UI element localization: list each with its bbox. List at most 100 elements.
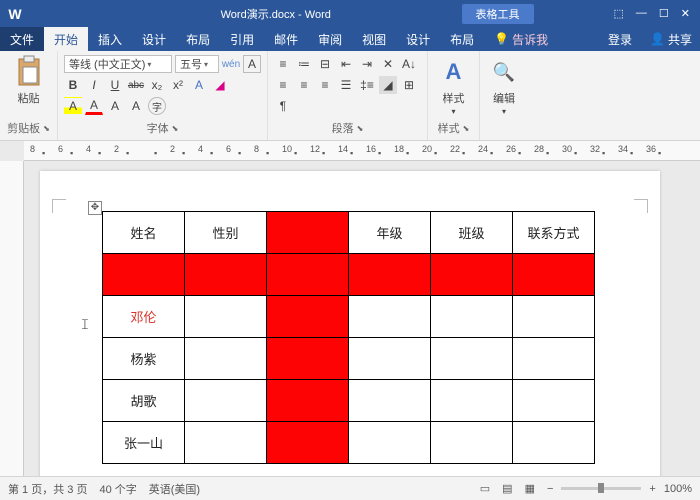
paste-button[interactable]: 粘贴 [4, 53, 53, 108]
justify-button[interactable]: ☰ [337, 76, 355, 94]
tell-me[interactable]: 💡告诉我 [484, 27, 558, 51]
table-cell[interactable] [513, 338, 595, 380]
zoom-in-button[interactable]: + [649, 483, 655, 495]
bold-button[interactable]: B [64, 76, 82, 94]
char-border-icon[interactable]: A [243, 55, 261, 73]
table-cell[interactable] [267, 254, 349, 296]
decrease-indent-button[interactable]: ⇤ [337, 55, 355, 73]
sort-button[interactable]: A↓ [400, 55, 418, 73]
table-header-cell[interactable]: 性别 [185, 212, 267, 254]
table-cell[interactable] [103, 254, 185, 296]
increase-indent-button[interactable]: ⇥ [358, 55, 376, 73]
tab-table-design[interactable]: 设计 [396, 27, 440, 51]
horizontal-ruler[interactable]: 8▪6▪4▪2▪▪2▪4▪6▪8▪10▪12▪14▪16▪18▪20▪22▪24… [24, 141, 700, 161]
page[interactable]: ✥ 𝙸 姓名性别年级班级联系方式邓伦杨紫胡歌张一山 [40, 171, 660, 476]
phonetic-guide-icon[interactable]: wén [222, 55, 240, 73]
tab-home[interactable]: 开始 [44, 27, 88, 51]
dialog-launcher-icon[interactable]: ⬊ [43, 124, 50, 133]
table-cell[interactable] [349, 338, 431, 380]
multilevel-button[interactable]: ⊟ [316, 55, 334, 73]
table-cell[interactable]: 张一山 [103, 422, 185, 464]
table-header-cell[interactable] [267, 212, 349, 254]
vertical-ruler[interactable] [0, 161, 24, 476]
show-marks-button[interactable]: ¶ [274, 97, 292, 115]
subscript-button[interactable]: x₂ [148, 76, 166, 94]
zoom-level[interactable]: 100% [664, 483, 692, 495]
table-cell[interactable] [431, 380, 513, 422]
table-cell[interactable] [185, 338, 267, 380]
strike-button[interactable]: abc [127, 76, 145, 94]
table-cell[interactable] [185, 380, 267, 422]
word-count[interactable]: 40 个字 [99, 481, 136, 497]
clear-format-button[interactable]: ◢ [211, 76, 229, 94]
table-cell[interactable]: 邓伦 [103, 296, 185, 338]
read-mode-icon[interactable]: ▭ [480, 482, 490, 495]
align-left-button[interactable]: ≡ [274, 76, 292, 94]
table-cell[interactable] [513, 296, 595, 338]
tab-references[interactable]: 引用 [220, 27, 264, 51]
tab-table-layout[interactable]: 布局 [440, 27, 484, 51]
numbering-button[interactable]: ≔ [295, 55, 313, 73]
line-spacing-button[interactable]: ‡≡ [358, 76, 376, 94]
table-cell[interactable] [431, 254, 513, 296]
language-status[interactable]: 英语(美国) [149, 481, 200, 497]
align-center-button[interactable]: ≡ [295, 76, 313, 94]
tab-layout[interactable]: 布局 [176, 27, 220, 51]
table-cell[interactable] [513, 254, 595, 296]
table-cell[interactable] [349, 296, 431, 338]
edit-button[interactable]: 🔍 编辑 ▾ [484, 53, 524, 118]
page-status[interactable]: 第 1 页，共 3 页 [8, 481, 87, 497]
table-cell[interactable] [185, 296, 267, 338]
table-cell[interactable]: 胡歌 [103, 380, 185, 422]
dialog-launcher-icon[interactable]: ⬊ [172, 124, 179, 133]
table-move-handle[interactable]: ✥ [88, 201, 102, 215]
table-cell[interactable] [513, 380, 595, 422]
maximize-icon[interactable]: ☐ [659, 7, 669, 20]
zoom-slider[interactable] [561, 487, 641, 490]
table-cell[interactable] [267, 422, 349, 464]
text-effects-button[interactable]: A [190, 76, 208, 94]
table-cell[interactable] [185, 422, 267, 464]
underline-button[interactable]: U [106, 76, 124, 94]
tab-file[interactable]: 文件 [0, 27, 44, 51]
table-cell[interactable] [431, 296, 513, 338]
table-cell[interactable] [349, 380, 431, 422]
borders-button[interactable]: ⊞ [400, 76, 418, 94]
shading-button[interactable]: ◢ [379, 76, 397, 94]
superscript-button[interactable]: x² [169, 76, 187, 94]
dialog-launcher-icon[interactable]: ⬊ [357, 124, 364, 133]
minimize-icon[interactable]: — [636, 7, 647, 20]
table-cell[interactable]: 杨紫 [103, 338, 185, 380]
grow-font-button[interactable]: A [106, 97, 124, 115]
table-cell[interactable] [349, 254, 431, 296]
highlight-button[interactable]: A [64, 97, 82, 115]
styles-button[interactable]: A 样式 ▾ [432, 53, 475, 118]
table-cell[interactable] [185, 254, 267, 296]
char-shading-icon[interactable]: A [127, 97, 145, 115]
tab-mail[interactable]: 邮件 [264, 27, 308, 51]
tab-design[interactable]: 设计 [132, 27, 176, 51]
table-cell[interactable] [267, 380, 349, 422]
italic-button[interactable]: I [85, 76, 103, 94]
ribbon-display-icon[interactable]: ⬚ [614, 7, 624, 20]
table-cell[interactable] [267, 338, 349, 380]
asian-layout-button[interactable]: ✕ [379, 55, 397, 73]
enclose-char-icon[interactable]: 字 [148, 97, 166, 115]
table-cell[interactable] [349, 422, 431, 464]
align-right-button[interactable]: ≡ [316, 76, 334, 94]
tab-insert[interactable]: 插入 [88, 27, 132, 51]
font-family-select[interactable]: 等线 (中文正文)▾ [64, 55, 172, 73]
table-header-cell[interactable]: 班级 [431, 212, 513, 254]
table-cell[interactable] [513, 422, 595, 464]
font-size-select[interactable]: 五号▾ [175, 55, 219, 73]
table-cell[interactable] [431, 422, 513, 464]
font-color-button[interactable]: A [85, 97, 103, 115]
dialog-launcher-icon[interactable]: ⬊ [463, 124, 470, 133]
close-icon[interactable]: ✕ [681, 7, 690, 20]
table-cell[interactable] [267, 296, 349, 338]
bullets-button[interactable]: ≡ [274, 55, 292, 73]
web-layout-icon[interactable]: ▦ [525, 482, 535, 495]
print-layout-icon[interactable]: ▤ [502, 482, 512, 495]
table-header-cell[interactable]: 联系方式 [513, 212, 595, 254]
table-header-cell[interactable]: 姓名 [103, 212, 185, 254]
